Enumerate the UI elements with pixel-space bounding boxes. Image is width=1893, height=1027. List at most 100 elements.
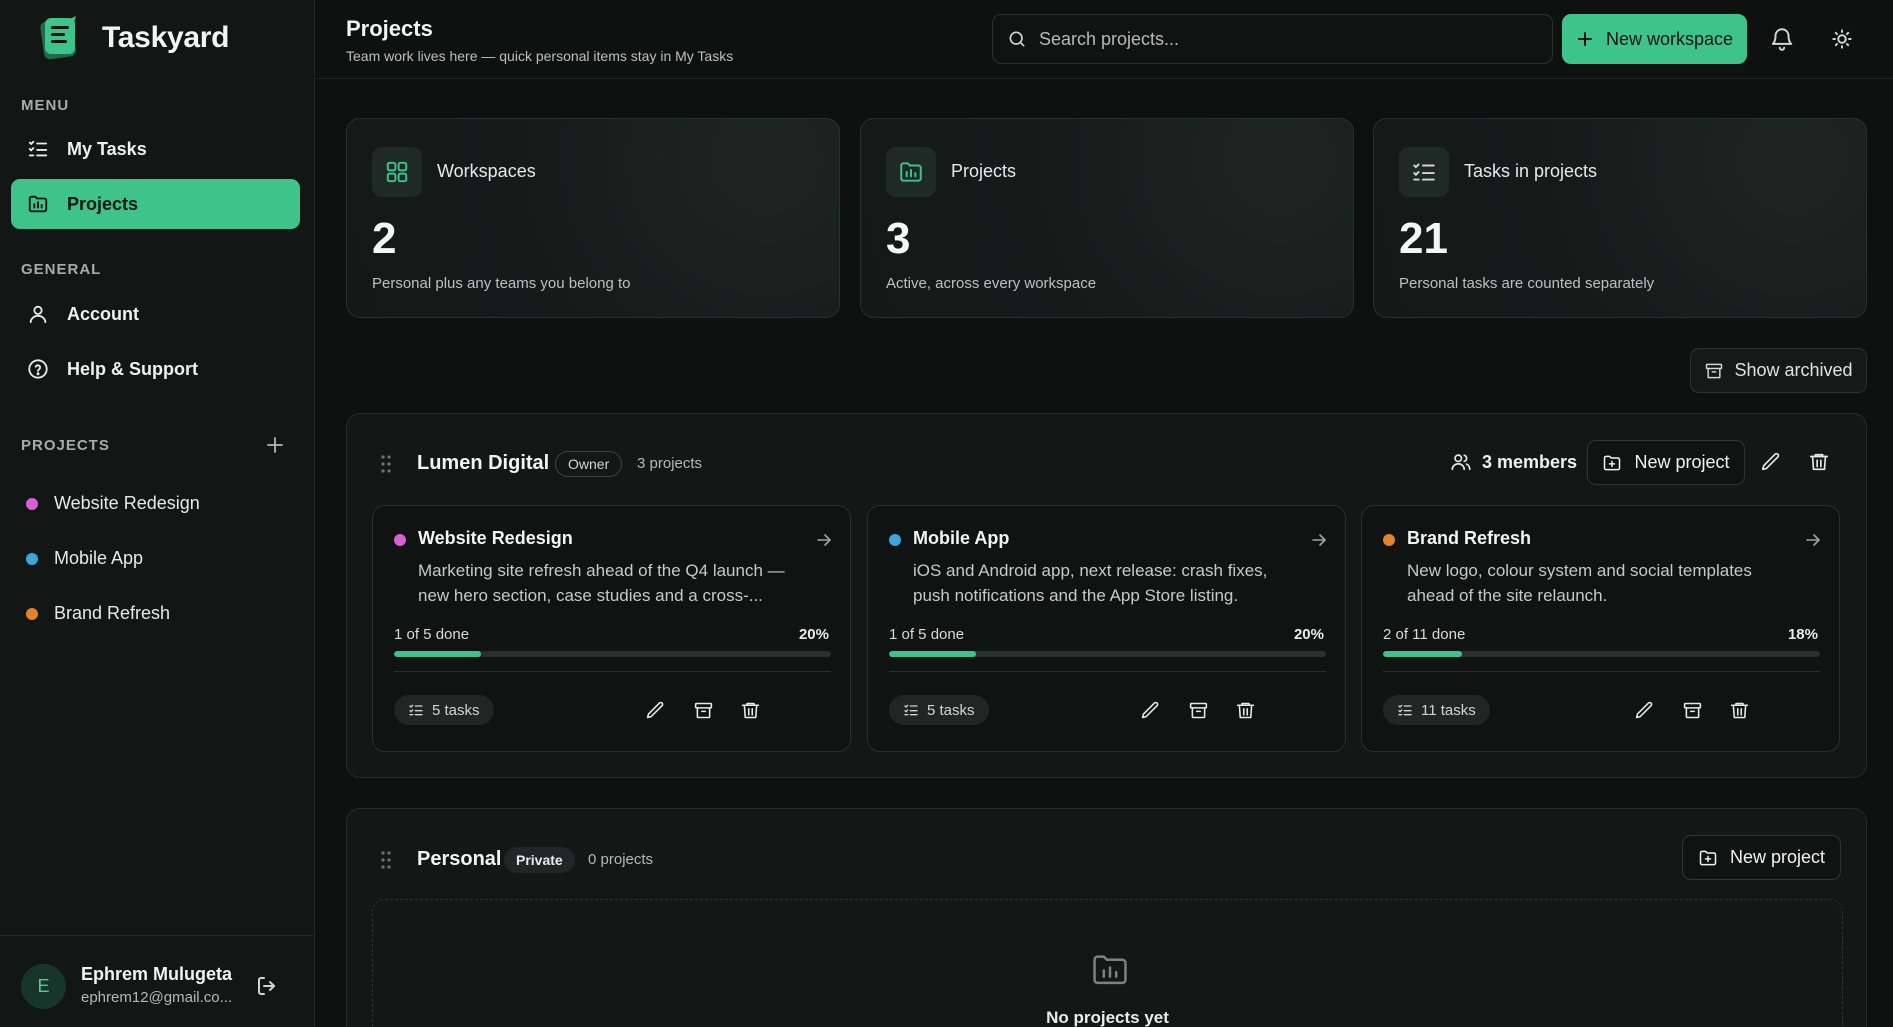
stat-description: Personal tasks are counted separately [1399, 275, 1655, 292]
archive-icon [1706, 363, 1723, 378]
sidebar-item-account[interactable]: Account [11, 289, 300, 339]
sidebar-project-label: Brand Refresh [54, 603, 171, 623]
project-card-mobile-app[interactable]: Mobile App iOS and Android app, next rel… [867, 505, 1346, 752]
workspace-name: Lumen Digital [417, 452, 550, 474]
sidebar-project-mobile-app[interactable]: Mobile App [26, 548, 143, 569]
members-button[interactable]: 3 members [1450, 451, 1577, 473]
progress-percent: 20% [798, 626, 829, 643]
stat-value: 3 [886, 214, 911, 263]
stat-card-workspaces: Workspaces 2 Personal plus any teams you… [346, 118, 840, 318]
drag-handle-icon[interactable] [380, 850, 392, 870]
progress-fill [889, 651, 977, 657]
divider [1383, 671, 1820, 672]
general-section-label: GENERAL [21, 261, 102, 278]
sidebar: Taskyard MENU My Tasks Projects GENERAL … [0, 0, 315, 1027]
divider [889, 671, 1326, 672]
list-checks-icon [904, 704, 918, 716]
new-workspace-button[interactable]: New workspace [1562, 14, 1747, 64]
members-label: 3 members [1482, 451, 1578, 472]
project-count: 3 projects [637, 455, 703, 472]
workspace-name: Personal [417, 848, 502, 870]
taskyard-logo-icon [40, 16, 76, 60]
arrow-right-icon[interactable] [1309, 530, 1329, 550]
folder-plus-icon [1699, 850, 1717, 865]
new-project-button[interactable]: New project [1587, 440, 1745, 485]
task-count-label: 5 tasks [927, 701, 975, 719]
empty-state-text: No projects yet [1046, 1008, 1169, 1027]
task-count-label: 5 tasks [432, 701, 480, 719]
menu-section-label: MENU [21, 97, 70, 114]
stat-card-projects: Projects 3 Active, across every workspac… [860, 118, 1354, 318]
stat-label: Workspaces [437, 161, 536, 181]
list-checks-icon [28, 140, 48, 157]
bell-icon[interactable] [1769, 26, 1795, 52]
progress-percent: 18% [1787, 626, 1818, 643]
stat-description: Active, across every workspace [886, 275, 1097, 292]
project-card-brand-refresh[interactable]: Brand Refresh New logo, colour system an… [1361, 505, 1840, 752]
project-color-dot [889, 534, 901, 546]
new-project-button[interactable]: New project [1682, 835, 1841, 880]
stat-value: 21 [1399, 214, 1448, 263]
edit-project-icon[interactable] [1634, 700, 1655, 721]
sidebar-item-my-tasks[interactable]: My Tasks [11, 124, 300, 174]
folder-chart-icon [900, 162, 922, 182]
sidebar-project-brand-refresh[interactable]: Brand Refresh [26, 603, 170, 624]
progress-bar [1383, 651, 1820, 657]
task-count-badge: 5 tasks [394, 695, 494, 725]
sidebar-project-website-redesign[interactable]: Website Redesign [26, 493, 200, 514]
project-card-website-redesign[interactable]: Website Redesign Marketing site refresh … [372, 505, 851, 752]
arrow-right-icon[interactable] [1803, 530, 1823, 550]
sun-icon[interactable] [1829, 26, 1855, 52]
delete-project-icon[interactable] [1729, 700, 1750, 721]
help-circle-icon [28, 359, 48, 379]
stat-value: 2 [372, 214, 397, 263]
progress-label: 2 of 11 done [1383, 626, 1466, 643]
sidebar-item-help-support[interactable]: Help & Support [11, 344, 300, 394]
project-color-dot [1383, 534, 1395, 546]
project-description: New logo, colour system and social templ… [1407, 561, 1752, 605]
sidebar-item-label: My Tasks [67, 138, 147, 159]
stat-icon [886, 147, 936, 197]
workspace-lumen-digital: Lumen Digital Owner 3 projects 3 members… [346, 413, 1867, 778]
edit-project-icon[interactable] [1140, 700, 1161, 721]
brand[interactable]: Taskyard [34, 14, 229, 62]
project-color-dot [26, 497, 38, 510]
edit-workspace-icon[interactable] [1760, 451, 1782, 473]
archive-project-icon[interactable] [1188, 700, 1209, 721]
add-project-icon[interactable] [264, 434, 286, 456]
search-box[interactable] [992, 14, 1553, 64]
drag-handle-icon[interactable] [380, 454, 392, 474]
list-checks-icon [1413, 163, 1435, 181]
edit-project-icon[interactable] [645, 700, 666, 721]
list-checks-icon [409, 704, 423, 716]
progress-percent: 20% [1293, 626, 1324, 643]
plus-icon [1577, 32, 1592, 46]
arrow-right-icon[interactable] [814, 530, 834, 550]
progress-bar [394, 651, 831, 657]
user-footer: E Ephrem Mulugeta ephrem12@gmail.co... [0, 935, 315, 1027]
workspace-personal: Personal Private 0 projects New project … [346, 808, 1867, 1027]
archive-project-icon[interactable] [1682, 700, 1703, 721]
project-color-dot [26, 607, 38, 620]
archive-project-icon[interactable] [693, 700, 714, 721]
list-checks-icon [1398, 704, 1412, 716]
sidebar-item-label: Help & Support [67, 358, 198, 379]
show-archived-button[interactable]: Show archived [1690, 348, 1867, 393]
folder-plus-icon [1604, 455, 1621, 470]
logout-icon[interactable] [255, 974, 279, 998]
delete-project-icon[interactable] [1235, 700, 1256, 721]
folder-chart-icon [28, 195, 48, 213]
sidebar-item-label: Projects [67, 193, 139, 214]
projects-section-label: PROJECTS [21, 437, 110, 454]
project-color-dot [394, 534, 406, 546]
delete-project-icon[interactable] [740, 700, 761, 721]
stat-description: Personal plus any teams you belong to [372, 275, 631, 292]
avatar[interactable]: E [21, 964, 66, 1009]
stat-label: Projects [951, 161, 1017, 181]
top-bar: Projects Team work lives here — quick pe… [316, 0, 1893, 79]
sidebar-item-projects[interactable]: Projects [11, 179, 300, 229]
search-input[interactable] [1039, 28, 1519, 50]
user-icon [29, 305, 47, 324]
sidebar-item-label: Account [67, 303, 139, 324]
delete-workspace-icon[interactable] [1808, 451, 1830, 473]
